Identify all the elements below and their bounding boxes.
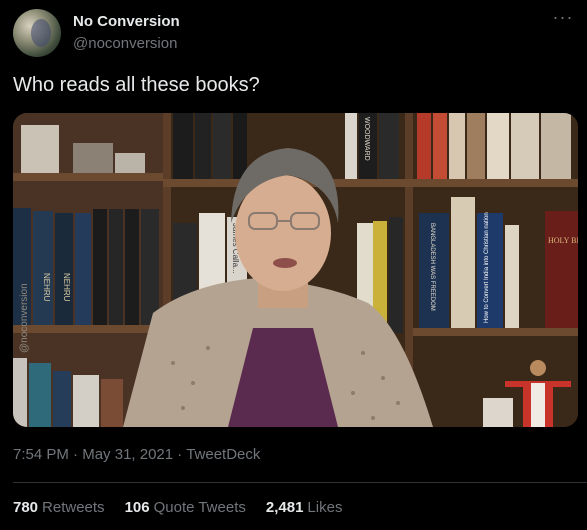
quote-tweets-stat[interactable]: 106 Quote Tweets [125,499,246,516]
quote-tweets-label: Quote Tweets [153,499,246,516]
engagement-stats: 780 Retweets 106 Quote Tweets 2,481 Likes [13,499,342,516]
tweet-meta: 7:54 PM · May 31, 2021 · TweetDeck [13,446,260,463]
retweets-count: 780 [13,499,39,516]
tweet-text: Who reads all these books? [13,74,260,96]
likes-count: 2,481 [265,499,304,516]
retweets-stat[interactable]: 780 Retweets [13,499,105,516]
tweet-time[interactable]: 7:54 PM [13,446,69,463]
retweets-label: Retweets [42,499,105,516]
likes-label: Likes [307,499,343,516]
book-spine-convert: How to Convert India into Christian nati… [484,212,490,323]
book-spine-freedom: BANGLADESH WAS FREEDOM [429,223,435,311]
media-watermark: @noconversion [19,283,30,353]
divider [13,482,587,483]
author-display-name[interactable]: No Conversion [73,13,180,30]
tweet-date[interactable]: May 31, 2021 [82,446,173,463]
likes-stat[interactable]: 2,481 Likes [266,499,343,516]
meta-separator: · [68,446,83,463]
author-handle[interactable]: @noconversion [73,35,177,52]
meta-separator: · [173,446,187,463]
author-avatar[interactable] [13,9,61,57]
book-spine-nehru-1: NEHRU [42,273,51,302]
quote-tweets-count: 106 [124,499,150,516]
book-spine-woodward: WOODWARD [363,117,370,161]
tweet-media-image[interactable]: NEHRU NEHRU @noconversion WOODWARD James… [13,113,578,427]
book-spine-nehru-2: NEHRU [62,273,71,302]
book-spine-holy-bible: HOLY BIBLE [548,236,578,245]
tweet-source[interactable]: TweetDeck [186,446,260,463]
more-options-icon[interactable]: ··· [551,8,575,32]
